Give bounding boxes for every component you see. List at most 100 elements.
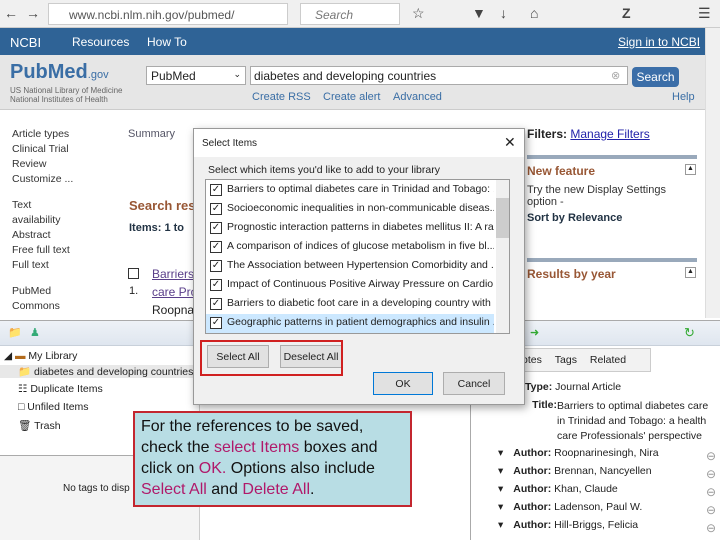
list-item[interactable]: ✓ Impact of Continuous Positive Airway Pr… — [206, 276, 494, 295]
author-row[interactable]: ▾ Author: Brennan, Nancyellen — [498, 465, 652, 477]
results-title: Search res — [129, 198, 196, 213]
manage-filters-link[interactable]: Manage Filters — [570, 127, 649, 141]
checkbox[interactable]: ✓ — [210, 260, 222, 272]
pubmed-commons-heading: PubMed Commons — [12, 285, 60, 312]
checkbox[interactable]: ✓ — [210, 203, 222, 215]
ncbi-logo[interactable]: NCBI — [10, 35, 41, 50]
folder-icon: 📁 — [18, 366, 32, 378]
summary-dropdown[interactable]: Summary — [128, 128, 175, 140]
trash[interactable]: 🗑 Trash — [18, 419, 61, 432]
collapse-icon[interactable]: ▲ — [685, 267, 696, 278]
checkbox[interactable]: ✓ — [210, 317, 222, 329]
duplicate-items[interactable]: ☷ Duplicate Items — [18, 383, 103, 395]
dialog-title: Select Items — [194, 129, 524, 157]
filter-review[interactable]: Review — [12, 157, 73, 172]
result-checkbox[interactable] — [128, 268, 139, 279]
item-type-row: Type: Journal Article — [525, 381, 622, 393]
remove-author-icons[interactable]: ⊖ ⊖ ⊖ ⊖ ⊖ — [706, 447, 716, 537]
list-item[interactable]: ✓ A comparison of indices of glucose meta… — [206, 238, 494, 257]
result-link[interactable]: Barriers — [152, 267, 194, 281]
howto-menu[interactable]: How To — [147, 35, 187, 49]
items-count: Items: 1 to — [129, 222, 185, 234]
zotero-icon[interactable]: Z — [622, 5, 631, 21]
sort-by-relevance-link[interactable]: Sort by Relevance — [527, 212, 622, 224]
filter-customize[interactable]: Customize ... — [12, 172, 73, 187]
forward-icon[interactable]: → — [26, 5, 40, 21]
signin-link[interactable]: Sign in to NCBI — [618, 35, 700, 49]
trash-icon: 🗑 — [18, 420, 32, 432]
library-icon: ▬ — [15, 350, 26, 362]
filter-clinical-trial[interactable]: Clinical Trial — [12, 142, 73, 157]
url-bar[interactable]: www.ncbi.nlm.nih.gov/pubmed/ — [48, 3, 288, 25]
list-item[interactable]: ✓ Geographic patterns in patient demograp… — [206, 314, 494, 333]
clear-icon[interactable]: ⊗ — [611, 69, 620, 82]
list-item[interactable]: ✓ Socioeconomic inequalities in non-commu… — [206, 200, 494, 219]
create-alert-link[interactable]: Create alert — [323, 91, 380, 103]
author-row[interactable]: ▾ Author: Roopnarinesingh, Nira — [498, 447, 659, 459]
chevron-down-icon: ⌄ — [233, 69, 241, 79]
list-item[interactable]: ✓ Barriers to optimal diabetes care in Tr… — [206, 181, 494, 200]
title-value[interactable]: Barriers to optimal diabetes care in Tri… — [557, 399, 717, 444]
checkbox[interactable]: ✓ — [210, 298, 222, 310]
result-link-2[interactable]: care Pro — [152, 285, 197, 299]
filter-abstract[interactable]: Abstract — [12, 228, 73, 243]
tab-related[interactable]: Related — [590, 354, 626, 366]
new-collection-icon[interactable]: 📁 — [8, 326, 22, 339]
resources-menu[interactable]: Resources — [72, 35, 129, 49]
collection-item[interactable]: 📁 diabetes and developing countries — [0, 365, 200, 378]
result-authors: Roopna — [152, 303, 195, 317]
author-row[interactable]: ▾ Author: Hill-Briggs, Felicia — [498, 519, 638, 531]
pubmed-header: PubMed.gov US National Library of Medici… — [0, 55, 705, 110]
pubmed-logo[interactable]: PubMed.gov — [10, 61, 109, 84]
new-feature-heading: New feature — [527, 164, 596, 178]
cancel-button[interactable]: Cancel — [443, 372, 505, 395]
checkbox[interactable]: ✓ — [210, 184, 222, 196]
checkbox[interactable]: ✓ — [210, 222, 222, 234]
star-icon[interactable]: ☆ — [412, 5, 425, 22]
filter-free-full-text[interactable]: Free full text — [12, 243, 73, 258]
help-link[interactable]: Help — [672, 91, 695, 103]
filter-sidebar: Article types Clinical Trial Review Cust… — [12, 127, 73, 314]
close-icon[interactable]: ✕ — [504, 134, 516, 151]
browser-search[interactable]: Search — [300, 3, 400, 25]
list-item[interactable]: ✓ The Association between Hypertension Co… — [206, 257, 494, 276]
database-select[interactable]: PubMed ⌄ — [146, 66, 246, 85]
pocket-icon[interactable]: ▼ — [472, 5, 486, 21]
item-type-value[interactable]: Journal Article — [555, 381, 621, 393]
list-scrollbar[interactable] — [496, 180, 509, 333]
home-icon[interactable]: ⌂ — [530, 5, 538, 21]
author-row[interactable]: ▾ Author: Ladenson, Paul W. — [498, 501, 642, 513]
back-icon[interactable]: ← — [4, 5, 18, 21]
duplicate-icon: ☷ — [18, 383, 28, 395]
new-group-icon[interactable]: ♟ — [30, 326, 40, 339]
list-item[interactable]: ✓ Barriers to diabetic foot care in a dev… — [206, 295, 494, 314]
result-number: 1. — [129, 285, 139, 297]
locate-icon[interactable]: ➜ — [530, 326, 539, 339]
checkbox[interactable]: ✓ — [210, 241, 222, 253]
my-library[interactable]: ◢ ▬ My Library — [4, 350, 77, 362]
items-list: ✓ Barriers to optimal diabetes care in Tr… — [205, 179, 510, 334]
advanced-link[interactable]: Advanced — [393, 91, 442, 103]
checkbox[interactable]: ✓ — [210, 279, 222, 291]
sync-icon[interactable]: ↻ — [684, 325, 695, 341]
author-row[interactable]: ▾ Author: Khan, Claude — [498, 483, 618, 495]
org-name: US National Library of Medicine — [10, 86, 123, 95]
filter-full-text[interactable]: Full text — [12, 258, 73, 273]
instruction-callout: For the references to be saved, check th… — [133, 411, 412, 507]
page-scrollbar[interactable] — [705, 28, 720, 318]
article-types-heading: Article types — [12, 128, 70, 140]
collapse-icon[interactable]: ▲ — [685, 164, 696, 175]
ok-button[interactable]: OK — [373, 372, 433, 395]
tab-tags[interactable]: Tags — [555, 354, 577, 366]
results-by-year-heading: Results by year — [527, 267, 616, 281]
search-button[interactable]: Search — [632, 67, 679, 87]
filters-label: Filters: — [527, 127, 568, 141]
download-icon[interactable]: ↓ — [500, 5, 507, 21]
list-item[interactable]: ✓ Prognostic interaction patterns in diab… — [206, 219, 494, 238]
create-rss-link[interactable]: Create RSS — [252, 91, 311, 103]
menu-icon[interactable]: ☰ — [698, 5, 711, 22]
dialog-prompt: Select which items you'd like to add to … — [208, 164, 440, 176]
browser-toolbar: ← → www.ncbi.nlm.nih.gov/pubmed/ Search … — [0, 0, 720, 28]
unfiled-items[interactable]: □ Unfiled Items — [18, 401, 89, 413]
search-input[interactable]: diabetes and developing countries — [250, 66, 628, 85]
